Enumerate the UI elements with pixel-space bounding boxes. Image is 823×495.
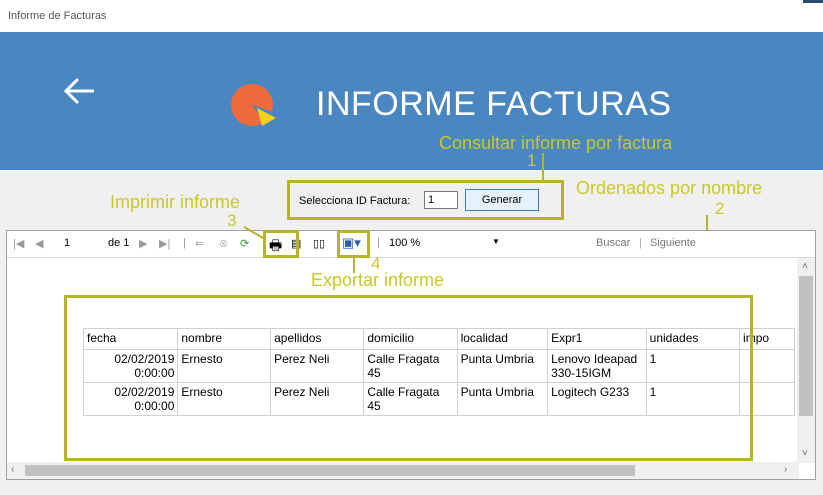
window-title: Informe de Facturas	[8, 10, 107, 22]
vertical-scrollbar[interactable]: ˄ ˅	[797, 258, 815, 463]
find-link[interactable]: Buscar	[596, 237, 630, 249]
generate-button[interactable]: Generar	[465, 189, 539, 211]
next-link[interactable]: Siguiente	[650, 237, 696, 249]
highlight-export-box	[337, 230, 370, 258]
scroll-down-icon[interactable]: ˅	[802, 448, 808, 459]
toolbar-divider-3: |	[639, 237, 642, 249]
zoom-value: 100 %	[389, 237, 421, 249]
toolbar-divider: |	[183, 237, 186, 249]
annotation-number-1: 1	[527, 151, 537, 170]
title-bar: Informe de Facturas	[0, 0, 823, 32]
horizontal-scroll-thumb[interactable]	[25, 465, 635, 476]
last-page-icon[interactable]: ▶|	[159, 237, 170, 250]
annotation-number-3: 3	[227, 211, 237, 230]
factura-id-label: Selecciona ID Factura:	[299, 195, 411, 207]
annotation-line-1	[542, 153, 544, 180]
next-page-icon[interactable]: ▶	[139, 237, 147, 250]
highlight-table-box	[64, 295, 753, 461]
page-title: INFORME FACTURAS	[316, 85, 672, 123]
prev-page-icon[interactable]: ◀	[35, 237, 43, 250]
annotation-ordenados: Ordenados por nombre	[576, 178, 763, 198]
scroll-up-icon[interactable]: ˄	[802, 261, 808, 272]
stop-icon[interactable]: ⊗	[219, 237, 228, 250]
vertical-scroll-thumb[interactable]	[799, 276, 813, 416]
annotation-number-2: 2	[715, 199, 725, 218]
refresh-icon[interactable]: ⟳	[240, 237, 249, 250]
factura-id-input[interactable]	[424, 191, 458, 209]
annotation-consultar: Consultar informe por factura	[439, 133, 673, 153]
page-setup-icon[interactable]: ▯▯	[313, 237, 325, 250]
highlight-print-box	[263, 230, 299, 258]
window-corner-accent	[803, 0, 823, 3]
annotation-imprimir: Imprimir informe	[110, 192, 241, 212]
chevron-down-icon: ▼	[492, 237, 500, 246]
back-icon[interactable]: ⇐	[195, 237, 204, 250]
first-page-icon[interactable]: |◀	[13, 237, 24, 250]
scroll-left-icon[interactable]: ‹	[11, 464, 14, 475]
current-page[interactable]: 1	[64, 237, 70, 249]
page-count: de 1	[108, 237, 130, 249]
back-arrow-icon[interactable]	[62, 76, 98, 106]
zoom-select[interactable]: 100 % ▼	[389, 236, 500, 252]
horizontal-scrollbar[interactable]: ‹ ›	[7, 462, 799, 479]
pie-chart-logo-icon	[231, 84, 276, 126]
report-toolbar: |◀ ◀ 1 de 1 ▶ ▶| | ⇐ ⊗ ⟳ 🖶 ▤ ▯▯ ▣▾ | 100…	[7, 231, 815, 258]
annotation-exportar: Exportar informe	[311, 270, 445, 290]
scroll-right-icon[interactable]: ›	[784, 464, 787, 475]
toolbar-divider-2: |	[377, 237, 380, 249]
parameter-panel: Selecciona ID Factura: Generar	[287, 180, 564, 220]
